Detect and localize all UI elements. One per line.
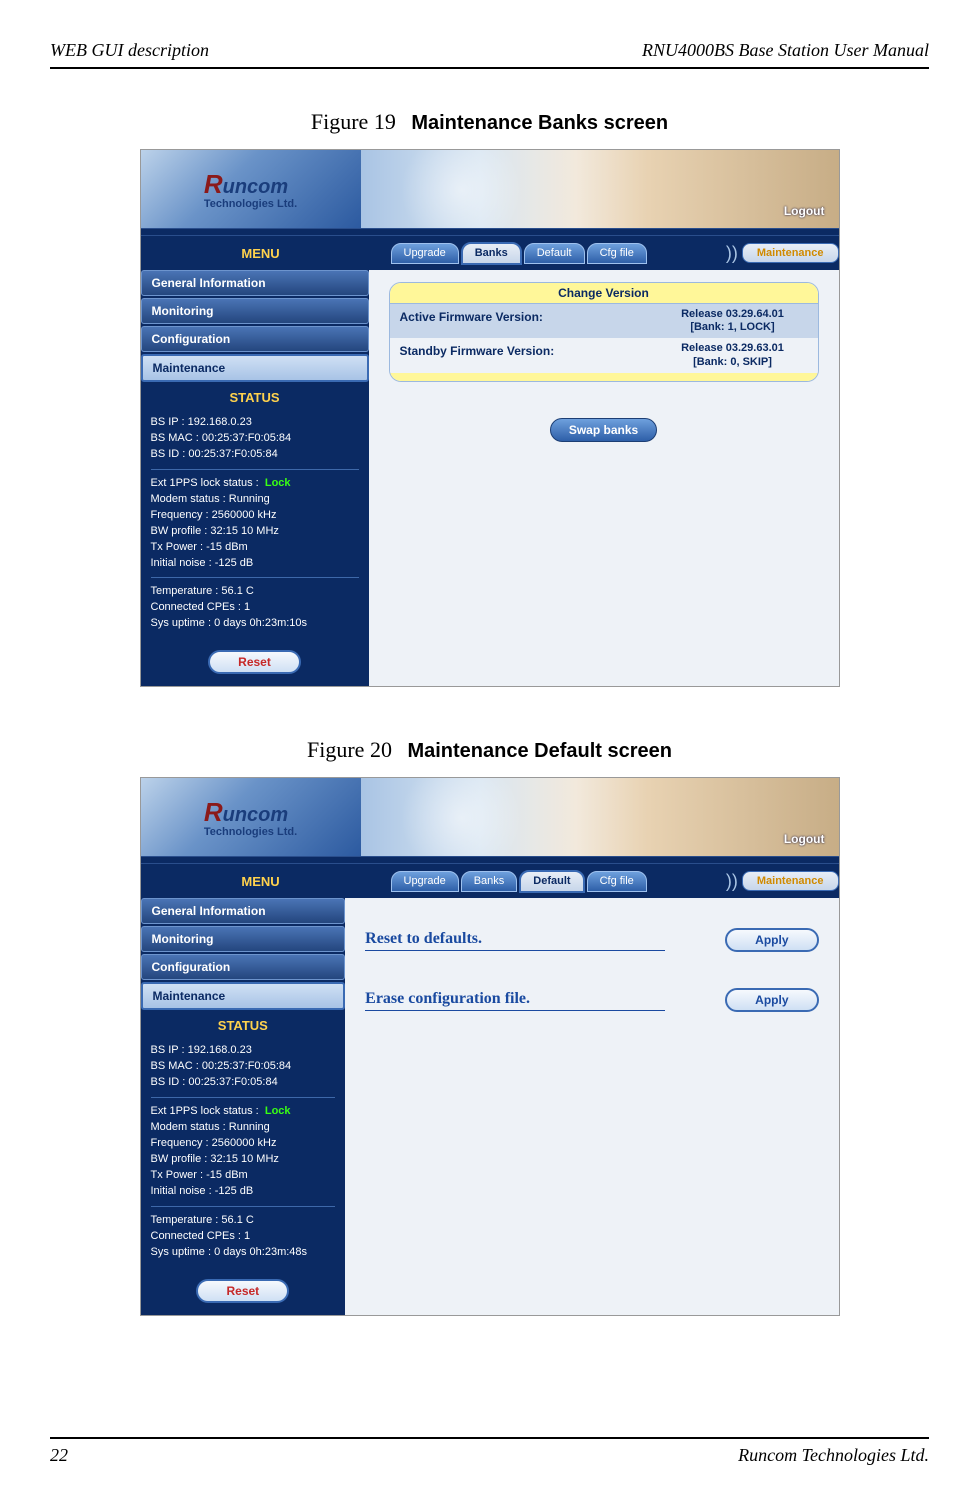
logo-rest: uncom: [223, 176, 289, 198]
sidebar-item-maintenance[interactable]: Maintenance: [141, 982, 346, 1010]
tab-cfgfile[interactable]: Cfg file: [587, 871, 647, 892]
logo-sub: Technologies Ltd.: [204, 826, 297, 838]
status-noise: Initial noise : -125 dB: [151, 1184, 336, 1200]
menu-row: MENU Upgrade Banks Default Cfg file )) M…: [141, 236, 839, 270]
sidebar-item-configuration[interactable]: Configuration: [141, 954, 346, 980]
status-uptime: Sys uptime : 0 days 0h:23m:10s: [151, 616, 359, 632]
status-modem: Modem status : Running: [151, 1120, 336, 1136]
page-number: 22: [50, 1445, 68, 1466]
logo-letter: R: [204, 797, 223, 827]
crumb-deco: )): [726, 871, 738, 892]
erase-config-label: Erase configuration file.: [365, 990, 665, 1011]
status-temp: Temperature : 56.1 C: [151, 1213, 336, 1229]
crumb-maintenance: Maintenance: [742, 243, 839, 263]
status-uptime: Sys uptime : 0 days 0h:23m:48s: [151, 1245, 336, 1261]
standby-fw-release: Release 03.29.63.01: [658, 342, 808, 355]
logo-rest: uncom: [223, 804, 289, 826]
doc-header-right: RNU4000BS Base Station User Manual: [642, 40, 929, 61]
change-version-panel: Change Version Active Firmware Version: …: [389, 282, 819, 382]
menu-label: MENU: [141, 874, 381, 889]
status-block: BS IP : 192.168.0.23 BS MAC : 00:25:37:F…: [141, 1037, 346, 1270]
figure-20-title: Maintenance Default screen: [407, 740, 672, 762]
status-cpes: Connected CPEs : 1: [151, 1229, 336, 1245]
status-freq: Frequency : 2560000 kHz: [151, 1136, 336, 1152]
tab-upgrade[interactable]: Upgrade: [391, 871, 459, 892]
status-bs-id: BS ID : 00:25:37:F0:05:84: [151, 447, 359, 463]
reset-defaults-label: Reset to defaults.: [365, 930, 665, 951]
status-bw: BW profile : 32:15 10 MHz: [151, 1152, 336, 1168]
figure-20-number: Figure 20: [307, 737, 392, 762]
logout-link[interactable]: Logout: [784, 832, 825, 846]
status-bs-mac: BS MAC : 00:25:37:F0:05:84: [151, 431, 359, 447]
figure-19-title: Maintenance Banks screen: [411, 112, 668, 134]
active-fw-bank: [Bank: 1, LOCK]: [658, 321, 808, 334]
figure-20-caption: Figure 20 Maintenance Default screen: [50, 737, 929, 763]
tab-default[interactable]: Default: [519, 870, 584, 893]
app-banner: Runcom Technologies Ltd. Logout: [141, 150, 839, 228]
footer-company: Runcom Technologies Ltd.: [738, 1445, 929, 1466]
status-block: BS IP : 192.168.0.23 BS MAC : 00:25:37:F…: [141, 409, 369, 642]
status-heading: STATUS: [141, 384, 369, 409]
menu-row: MENU Upgrade Banks Default Cfg file )) M…: [141, 864, 839, 898]
logo-area: Runcom Technologies Ltd.: [141, 778, 361, 856]
swap-banks-button[interactable]: Swap banks: [550, 418, 657, 442]
status-pps-label: Ext 1PPS lock status :: [151, 477, 259, 489]
doc-header-left: WEB GUI description: [50, 40, 209, 61]
status-pps-value: Lock: [265, 477, 291, 489]
sidebar: General Information Monitoring Configura…: [141, 898, 346, 1314]
figure-19-caption: Figure 19 Maintenance Banks screen: [50, 109, 929, 135]
sidebar-item-maintenance[interactable]: Maintenance: [141, 354, 369, 382]
status-tx: Tx Power : -15 dBm: [151, 540, 359, 556]
reset-button[interactable]: Reset: [208, 650, 301, 674]
tab-upgrade[interactable]: Upgrade: [391, 243, 459, 264]
menu-label: MENU: [141, 246, 381, 261]
active-fw-release: Release 03.29.64.01: [658, 308, 808, 321]
active-fw-label: Active Firmware Version:: [390, 304, 648, 338]
logo-sub: Technologies Ltd.: [204, 198, 297, 210]
tab-default[interactable]: Default: [524, 243, 585, 264]
crumb-maintenance: Maintenance: [742, 871, 839, 891]
status-temp: Temperature : 56.1 C: [151, 584, 359, 600]
screenshot-banks: Runcom Technologies Ltd. Logout MENU Upg…: [140, 149, 840, 687]
status-heading: STATUS: [141, 1012, 346, 1037]
status-noise: Initial noise : -125 dB: [151, 556, 359, 572]
logout-link[interactable]: Logout: [784, 204, 825, 218]
figure-19-number: Figure 19: [311, 109, 396, 134]
tab-cfgfile[interactable]: Cfg file: [587, 243, 647, 264]
status-bs-ip: BS IP : 192.168.0.23: [151, 1043, 336, 1059]
sidebar-item-monitoring[interactable]: Monitoring: [141, 298, 369, 324]
standby-fw-bank: [Bank: 0, SKIP]: [658, 356, 808, 369]
app-banner: Runcom Technologies Ltd. Logout: [141, 778, 839, 856]
status-bs-ip: BS IP : 192.168.0.23: [151, 415, 359, 431]
banner-image: Logout: [361, 778, 839, 856]
sidebar-item-monitoring[interactable]: Monitoring: [141, 926, 346, 952]
screenshot-default: Runcom Technologies Ltd. Logout MENU Upg…: [140, 777, 840, 1315]
sidebar-item-configuration[interactable]: Configuration: [141, 326, 369, 352]
tab-banks[interactable]: Banks: [461, 242, 522, 265]
tab-banks[interactable]: Banks: [461, 871, 518, 892]
standby-fw-label: Standby Firmware Version:: [390, 338, 648, 372]
change-version-title: Change Version: [390, 283, 818, 304]
status-freq: Frequency : 2560000 kHz: [151, 508, 359, 524]
status-modem: Modem status : Running: [151, 492, 359, 508]
status-pps-value: Lock: [265, 1105, 291, 1117]
status-tx: Tx Power : -15 dBm: [151, 1168, 336, 1184]
crumb-deco: )): [726, 243, 738, 264]
banner-image: Logout: [361, 150, 839, 228]
apply-erase-button[interactable]: Apply: [725, 988, 818, 1012]
status-bs-mac: BS MAC : 00:25:37:F0:05:84: [151, 1059, 336, 1075]
reset-button[interactable]: Reset: [196, 1279, 289, 1303]
sidebar-item-general[interactable]: General Information: [141, 898, 346, 924]
sidebar: General Information Monitoring Configura…: [141, 270, 369, 686]
status-bs-id: BS ID : 00:25:37:F0:05:84: [151, 1075, 336, 1091]
status-bw: BW profile : 32:15 10 MHz: [151, 524, 359, 540]
logo-letter: R: [204, 169, 223, 199]
status-cpes: Connected CPEs : 1: [151, 600, 359, 616]
sidebar-item-general[interactable]: General Information: [141, 270, 369, 296]
status-pps-label: Ext 1PPS lock status :: [151, 1105, 259, 1117]
apply-reset-button[interactable]: Apply: [725, 928, 818, 952]
logo-area: Runcom Technologies Ltd.: [141, 150, 361, 228]
